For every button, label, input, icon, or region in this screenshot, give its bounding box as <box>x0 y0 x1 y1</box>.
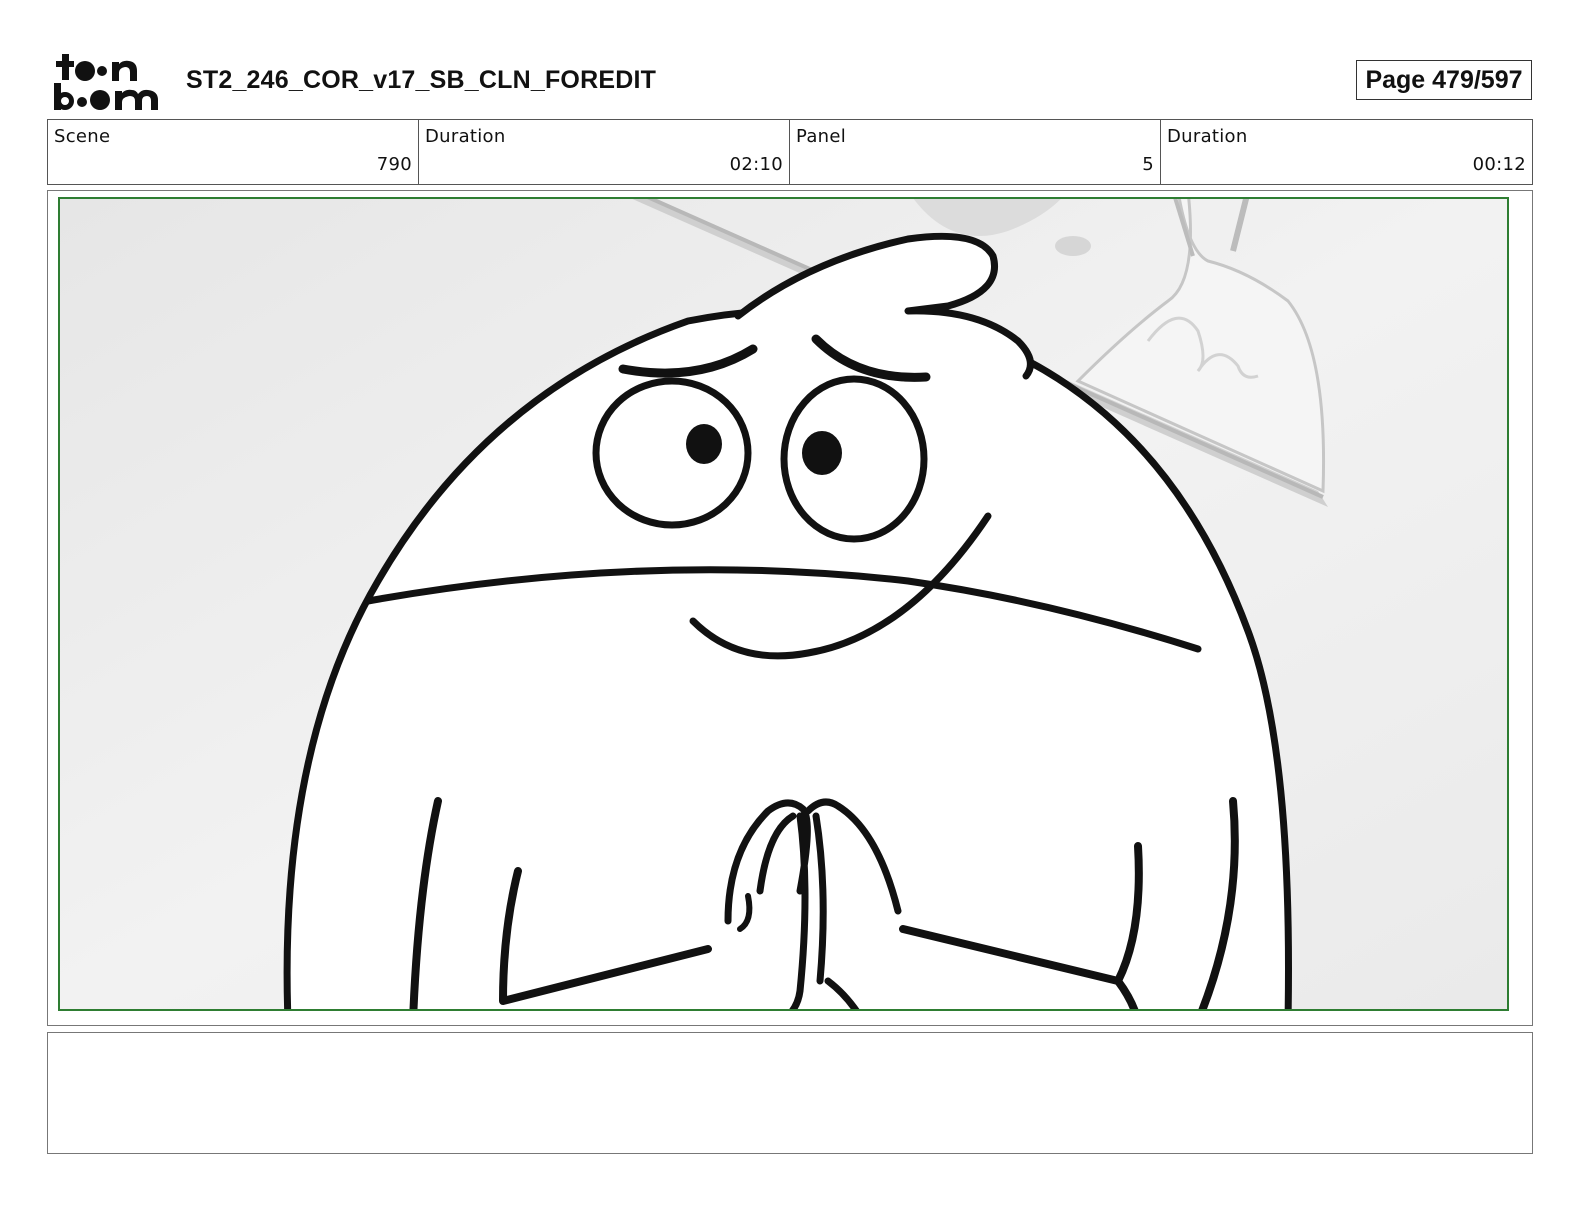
left-pupil <box>686 424 722 464</box>
scene-value: 790 <box>376 154 412 175</box>
panel-label: Panel <box>796 126 847 147</box>
toon-boom-logo <box>52 50 164 112</box>
panel-duration-value: 00:12 <box>1472 154 1526 175</box>
scene-label: Scene <box>54 126 111 147</box>
document-title: ST2_246_COR_v17_SB_CLN_FOREDIT <box>186 66 657 94</box>
notes-area <box>47 1032 1533 1154</box>
scene-duration-value: 02:10 <box>729 154 783 175</box>
panel-duration-label: Duration <box>1167 126 1248 147</box>
toon-boom-logo-icon <box>54 54 158 110</box>
scene-duration-label: Duration <box>425 126 506 147</box>
left-eye <box>592 377 752 529</box>
scene-cell: Scene 790 <box>48 120 419 184</box>
page-indicator: Page 479/597 <box>1356 60 1532 100</box>
panel-info-table: Scene 790 Duration 02:10 Panel 5 Duratio… <box>47 119 1533 185</box>
panel-cell: Panel 5 <box>790 120 1161 184</box>
panel-duration-cell: Duration 00:12 <box>1161 120 1532 184</box>
storyboard-drawing <box>58 197 1509 1011</box>
right-pupil <box>802 431 842 475</box>
panel-value: 5 <box>1142 154 1154 175</box>
scene-duration-cell: Duration 02:10 <box>419 120 790 184</box>
storyboard-panel <box>47 190 1533 1026</box>
